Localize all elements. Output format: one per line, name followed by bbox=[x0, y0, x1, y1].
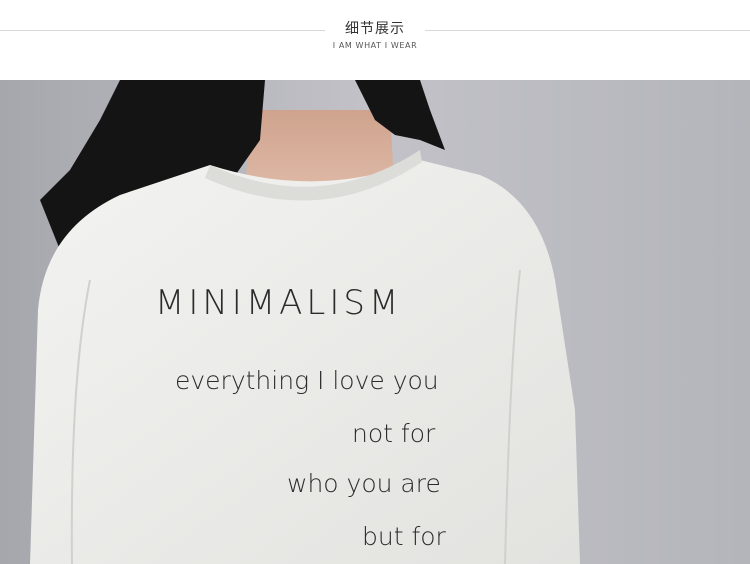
shirt-text-line4: who you are bbox=[287, 469, 441, 498]
section-title-cn: 细节展示 bbox=[345, 21, 405, 37]
photo-image: MINIMALISM everything I love you not for… bbox=[0, 80, 750, 564]
shirt-text-line5: but for bbox=[362, 522, 447, 551]
product-photo: MINIMALISM everything I love you not for… bbox=[0, 80, 750, 564]
shirt-text-line3: not for bbox=[352, 419, 436, 448]
header: 细节展示 I AM WHAT I WEAR bbox=[0, 0, 750, 80]
section-subtitle-en: I AM WHAT I WEAR bbox=[332, 41, 418, 50]
shirt-text-line1: MINIMALISM bbox=[155, 283, 402, 323]
sweatshirt bbox=[30, 160, 580, 564]
section-title: 细节展示 I AM WHAT I WEAR bbox=[325, 14, 425, 54]
shirt-text-line2: everything I love you bbox=[175, 366, 439, 395]
